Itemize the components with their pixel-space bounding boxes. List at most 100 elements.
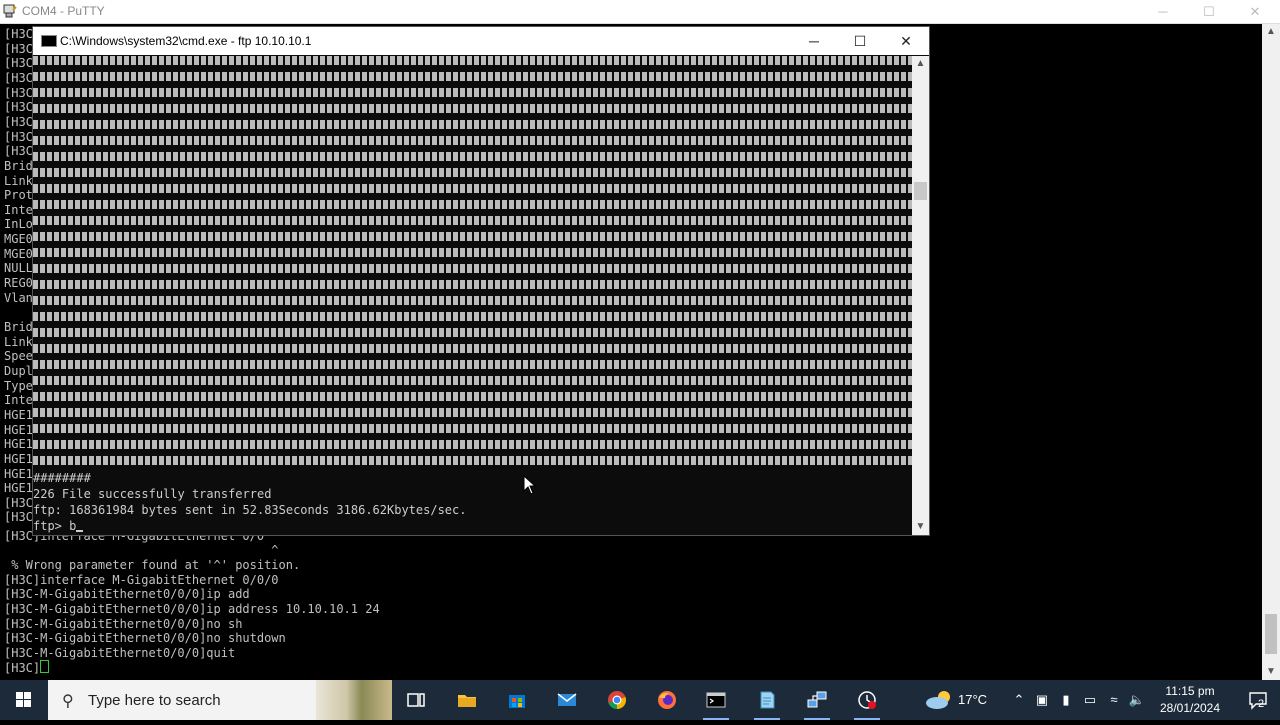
terminal-line-fragment: Inte [4, 202, 33, 217]
scroll-up-arrow-icon[interactable]: ▲ [1262, 24, 1280, 40]
putty-titlebar[interactable]: COM4 - PuTTY ─ ☐ ✕ [0, 0, 1280, 24]
prompt-text: [H3C] [4, 661, 41, 675]
transfer-status-line: 226 File successfully transferred [33, 487, 272, 501]
clock-time: 11:15 pm [1165, 684, 1215, 698]
cmd-maximize-button[interactable]: ☐ [837, 27, 883, 55]
task-view-button[interactable] [393, 680, 439, 720]
cmd-title: C:\Windows\system32\cmd.exe - ftp 10.10.… [60, 34, 312, 48]
terminal-line-fragment: Brid [4, 320, 33, 334]
terminal-line: [H3C]interface M-GigabitEthernet 0/0/0 [4, 573, 279, 587]
clock-record-icon [858, 691, 876, 709]
terminal-line: [H3C-M-GigabitEthernet0/0/0]quit [4, 646, 236, 660]
taskbar-clock[interactable]: 11:15 pm 28/01/2024 [1150, 683, 1230, 717]
hash-progress-output [33, 56, 912, 466]
remote-desktop-button[interactable] [794, 680, 840, 720]
putty-scrollbar[interactable]: ▲ ▼ [1262, 24, 1280, 680]
terminal-line-fragment: Spee [4, 349, 33, 364]
cmd-console[interactable]: ######## 226 File successfully transferr… [33, 56, 912, 535]
scroll-down-arrow-icon[interactable]: ▼ [1262, 664, 1280, 680]
cmd-scrollbar[interactable]: ▲ ▼ [912, 56, 929, 535]
weather-widget[interactable]: 17°C [924, 680, 994, 720]
terminal-line-fragment: Vlan [4, 290, 33, 305]
terminal-line-fragment: [H3C [4, 70, 33, 85]
terminal-line-fragment: [H3C [4, 144, 33, 159]
hash-tail: ######## [33, 471, 91, 485]
terminal-line-fragment: Link [4, 173, 33, 188]
mail-button[interactable] [544, 680, 590, 720]
terminal-line-fragment: HGE1 [4, 407, 33, 422]
terminal-cursor [40, 660, 50, 673]
firefox-icon [658, 691, 676, 709]
microphone-icon[interactable]: ▮ [1057, 691, 1075, 709]
notepad-button[interactable] [744, 680, 790, 720]
terminal-line-fragment: [H3C [4, 100, 33, 115]
putty-minimize-button[interactable]: ─ [1140, 0, 1186, 23]
terminal-line-fragment: Type [4, 378, 33, 393]
terminal-icon [706, 692, 726, 708]
system-tray: ⌃ ▣ ▮ ▭ ≈ 🔈 [1004, 680, 1154, 720]
terminal-line-fragment: [H3C [4, 114, 33, 129]
terminal-line-fragment: HGE1 [4, 422, 33, 437]
cmd-titlebar[interactable]: C:\Windows\system32\cmd.exe - ftp 10.10.… [33, 27, 929, 55]
store-icon [509, 695, 525, 708]
scroll-down-arrow-icon[interactable]: ▼ [912, 519, 929, 535]
weather-temperature: 17°C [958, 692, 988, 707]
putty-close-button[interactable]: ✕ [1232, 0, 1278, 23]
terminal-line-fragment: HGE1 [4, 466, 33, 481]
notification-center-button[interactable]: 2 [1236, 680, 1280, 720]
terminal-line-fragment: Brid [4, 158, 33, 173]
terminal-line-fragment: [H3C [4, 85, 33, 100]
task-view-icon [407, 693, 425, 707]
microsoft-store-button[interactable] [494, 680, 540, 720]
cmd-icon [41, 35, 57, 47]
terminal-line-fragment: [H3C [4, 56, 33, 71]
terminal-line-fragment: Inte [4, 393, 33, 408]
terminal-line-fragment: HGE1 [4, 437, 33, 452]
meet-now-icon[interactable]: ▣ [1033, 691, 1051, 709]
scroll-thumb[interactable] [914, 182, 927, 200]
wifi-icon[interactable]: ≈ [1105, 691, 1123, 709]
mouse-pointer-icon [523, 475, 537, 495]
chevron-up-icon[interactable]: ⌃ [1010, 691, 1028, 709]
terminal-line-fragment: [H3C [4, 27, 33, 41]
mail-icon [557, 693, 577, 706]
scroll-up-arrow-icon[interactable]: ▲ [912, 56, 929, 72]
putty-icon [3, 4, 17, 18]
terminal-line-fragment: Prot [4, 188, 33, 203]
file-explorer-button[interactable] [444, 680, 490, 720]
terminal-line-fragment: MGE0 [4, 232, 33, 247]
terminal-line-fragment: Dupl [4, 363, 33, 378]
cloud-sun-icon [926, 691, 950, 709]
terminal-line: % Wrong parameter found at '^' position. [4, 558, 301, 572]
cmd-window[interactable]: C:\Windows\system32\cmd.exe - ftp 10.10.… [33, 27, 929, 535]
notepad-icon [760, 691, 775, 709]
terminal-line: [H3C-M-GigabitEthernet0/0/0]no shutdown [4, 631, 286, 645]
terminal-line-fragment: [H3C [4, 510, 33, 525]
network-connection-icon [807, 691, 827, 708]
terminal-line-fragment: HGE1 [4, 481, 33, 496]
putty-maximize-button[interactable]: ☐ [1186, 0, 1232, 23]
terminal-line-fragment: InLo [4, 217, 33, 232]
terminal-line-fragment: [H3C [4, 495, 33, 510]
terminal-line: [H3C-M-GigabitEthernet0/0/0]ip add [4, 587, 250, 601]
command-prompt-button[interactable] [693, 680, 739, 720]
network-tool-button[interactable] [844, 680, 890, 720]
battery-icon[interactable]: ▭ [1081, 691, 1099, 709]
cmd-minimize-button[interactable]: ─ [791, 27, 837, 55]
firefox-button[interactable] [644, 680, 690, 720]
clock-date: 28/01/2024 [1159, 701, 1221, 715]
taskbar-search-box[interactable]: ⚲ Type here to search [48, 680, 392, 720]
terminal-line-fragment: Link [4, 334, 33, 349]
search-highlight-image [316, 680, 392, 720]
terminal-line: ^ [4, 543, 279, 557]
volume-icon[interactable]: 🔈 [1128, 691, 1146, 709]
terminal-prompt: [H3C] [4, 660, 50, 676]
chrome-button[interactable] [594, 680, 640, 720]
ftp-prompt-text: ftp> b [33, 519, 77, 533]
putty-title: COM4 - PuTTY [22, 4, 105, 18]
scroll-thumb[interactable] [1265, 614, 1277, 654]
folder-icon [458, 695, 476, 707]
cmd-close-button[interactable]: ✕ [883, 27, 929, 55]
terminal-line-fragment: NULL [4, 261, 33, 276]
start-button[interactable] [0, 680, 48, 720]
